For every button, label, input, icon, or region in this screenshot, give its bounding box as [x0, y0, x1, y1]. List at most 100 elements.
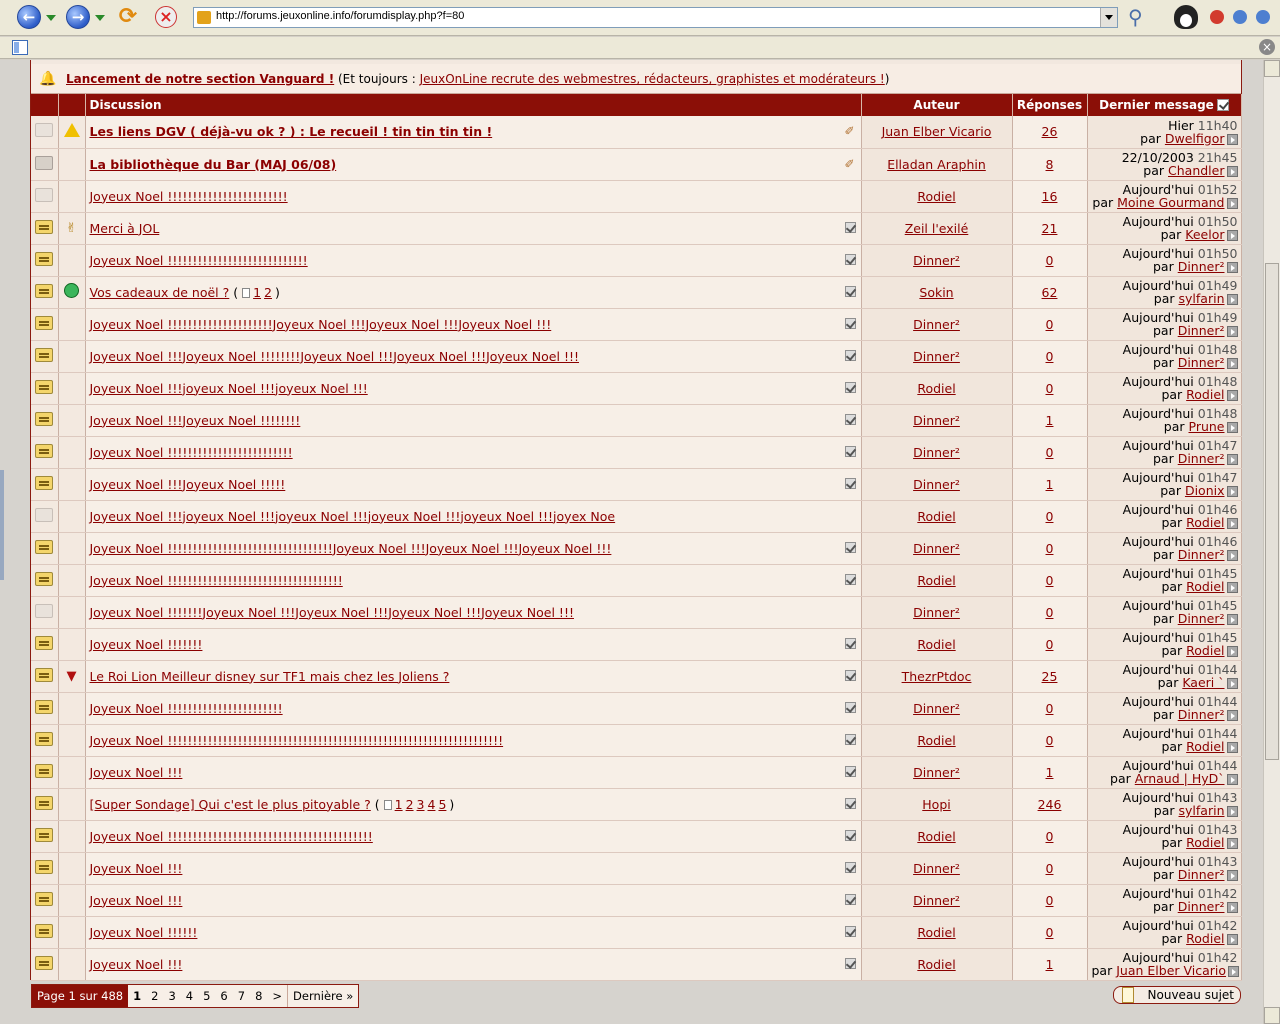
- author-link[interactable]: Rodiel: [917, 925, 955, 940]
- thread-page-link[interactable]: 1: [395, 797, 403, 812]
- thread-title-link[interactable]: Joyeux Noel !!!!!!!!!!!!!!!!!!!!!!!!!!!!…: [90, 733, 504, 748]
- thread-title-link[interactable]: Joyeux Noel !!!Joyeux Noel !!!!!!!!: [90, 413, 301, 428]
- author-link[interactable]: Dinner²: [913, 253, 960, 268]
- go-to-last-post-icon[interactable]: [1226, 678, 1238, 689]
- author-link[interactable]: Dinner²: [913, 893, 960, 908]
- replies-link[interactable]: 0: [1046, 541, 1054, 556]
- scroll-up-icon[interactable]: [1264, 60, 1280, 77]
- author-link[interactable]: Rodiel: [917, 573, 955, 588]
- thread-title-link[interactable]: Joyeux Noel !!!: [90, 957, 183, 972]
- author-link[interactable]: Rodiel: [917, 637, 955, 652]
- replies-link[interactable]: 0: [1046, 893, 1054, 908]
- replies-link[interactable]: 1: [1046, 957, 1054, 972]
- page-link[interactable]: 4: [181, 985, 198, 1007]
- go-to-last-post-icon[interactable]: [1226, 230, 1238, 241]
- go-to-last-post-icon[interactable]: [1226, 614, 1238, 625]
- replies-link[interactable]: 0: [1046, 605, 1054, 620]
- page-link[interactable]: 5: [198, 985, 215, 1007]
- thread-title-link[interactable]: Les liens DGV ( déjà-vu ok ? ) : Le recu…: [90, 124, 493, 139]
- thread-title-link[interactable]: Joyeux Noel !!!!!!!!!!!!!!!!!!!!!!!!!!!!: [90, 253, 308, 268]
- header-author[interactable]: Auteur: [861, 94, 1013, 116]
- go-to-last-post-icon[interactable]: [1226, 582, 1238, 593]
- thread-title-link[interactable]: Merci à JOL: [90, 221, 160, 236]
- replies-link[interactable]: 0: [1046, 861, 1054, 876]
- header-last-label[interactable]: Dernier message: [1099, 98, 1214, 112]
- replies-link[interactable]: 1: [1046, 477, 1054, 492]
- replies-link[interactable]: 21: [1042, 221, 1058, 236]
- vertical-scrollbar[interactable]: [1263, 60, 1280, 1024]
- author-link[interactable]: Rodiel: [917, 733, 955, 748]
- thread-title-link[interactable]: Joyeux Noel !!!Joyeux Noel !!!!!!!!Joyeu…: [90, 349, 579, 364]
- search-icon[interactable]: ⚲: [1128, 5, 1154, 31]
- back-dropdown-icon[interactable]: [46, 15, 56, 21]
- replies-link[interactable]: 0: [1046, 701, 1054, 716]
- page-link[interactable]: 6: [215, 985, 232, 1007]
- replies-link[interactable]: 0: [1046, 733, 1054, 748]
- thread-title-link[interactable]: Vos cadeaux de noël ?: [90, 285, 230, 300]
- replies-link[interactable]: 0: [1046, 509, 1054, 524]
- replies-link[interactable]: 0: [1046, 253, 1054, 268]
- header-replies[interactable]: Réponses: [1012, 94, 1088, 116]
- thread-page-link[interactable]: 3: [417, 797, 425, 812]
- thread-title-link[interactable]: Joyeux Noel !!!!!!!!!!!!!!!!!!!!!!!!!: [90, 445, 293, 460]
- last-poster-link[interactable]: Dinner²: [1178, 899, 1225, 914]
- window-close-icon[interactable]: [1210, 10, 1224, 24]
- thread-title-link[interactable]: Joyeux Noel !!!!!!!!!!!!!!!!!!!!!!!: [90, 701, 283, 716]
- go-to-last-post-icon[interactable]: [1226, 422, 1238, 433]
- header-discussion-label[interactable]: Discussion: [90, 98, 162, 112]
- thread-page-link[interactable]: 5: [438, 797, 446, 812]
- author-link[interactable]: Dinner²: [913, 541, 960, 556]
- author-link[interactable]: Dinner²: [913, 861, 960, 876]
- go-to-last-post-icon[interactable]: [1226, 774, 1238, 785]
- thread-title-link[interactable]: Joyeux Noel !!!!!!!: [90, 637, 203, 652]
- author-link[interactable]: Dinner²: [913, 317, 960, 332]
- recruit-link[interactable]: JeuxOnLine recrute des webmestres, rédac…: [420, 72, 885, 86]
- last-poster-link[interactable]: Dinner²: [1178, 547, 1225, 562]
- author-link[interactable]: Dinner²: [913, 765, 960, 780]
- header-replies-label[interactable]: Réponses: [1017, 98, 1082, 112]
- author-link[interactable]: Elladan Araphin: [887, 157, 986, 172]
- last-poster-link[interactable]: Rodiel: [1186, 739, 1224, 754]
- thread-page-link[interactable]: 4: [428, 797, 436, 812]
- thread-title-link[interactable]: Joyeux Noel !!!Joyeux Noel !!!!!: [90, 477, 286, 492]
- thread-title-link[interactable]: Joyeux Noel !!!!!!!!!!!!!!!!!!!!!!!!!!!!…: [90, 541, 612, 556]
- author-link[interactable]: Dinner²: [913, 477, 960, 492]
- page-link[interactable]: 2: [146, 985, 163, 1007]
- last-poster-link[interactable]: Dinner²: [1178, 611, 1225, 626]
- author-link[interactable]: Dinner²: [913, 413, 960, 428]
- go-to-last-post-icon[interactable]: [1226, 198, 1238, 209]
- replies-link[interactable]: 26: [1042, 124, 1058, 139]
- go-to-last-post-icon[interactable]: [1226, 518, 1238, 529]
- thread-title-link[interactable]: Joyeux Noel !!!: [90, 765, 183, 780]
- window-menu-icon[interactable]: [1256, 10, 1270, 24]
- thread-title-link[interactable]: Joyeux Noel !!!joyeux Noel !!!joyeux Noe…: [90, 509, 616, 524]
- last-poster-link[interactable]: Arnaud | HyD`: [1135, 771, 1225, 786]
- last-poster-link[interactable]: Rodiel: [1186, 515, 1224, 530]
- last-poster-link[interactable]: Kaeri `: [1182, 675, 1224, 690]
- go-to-last-post-icon[interactable]: [1228, 966, 1240, 977]
- go-to-last-post-icon[interactable]: [1226, 806, 1238, 817]
- thread-title-link[interactable]: La bibliothèque du Bar (MAJ 06/08): [90, 157, 337, 172]
- close-icon[interactable]: ×: [1259, 39, 1275, 55]
- author-link[interactable]: Juan Elber Vicario: [882, 124, 992, 139]
- thread-title-link[interactable]: Joyeux Noel !!!!!!!!!!!!!!!!!!!!!Joyeux …: [90, 317, 552, 332]
- replies-link[interactable]: 0: [1046, 829, 1054, 844]
- sort-check-icon[interactable]: [1216, 99, 1229, 111]
- last-poster-link[interactable]: Rodiel: [1186, 387, 1224, 402]
- page-link[interactable]: 1: [128, 985, 146, 1007]
- back-icon[interactable]: ←: [17, 5, 41, 29]
- last-poster-link[interactable]: sylfarin: [1179, 291, 1225, 306]
- author-link[interactable]: Rodiel: [917, 957, 955, 972]
- page-link[interactable]: 3: [163, 985, 180, 1007]
- go-to-last-post-icon[interactable]: [1226, 294, 1238, 305]
- scroll-down-icon[interactable]: [1264, 1007, 1280, 1024]
- address-bar[interactable]: http://forums.jeuxonline.info/forumdispl…: [193, 7, 1118, 28]
- author-link[interactable]: Zeil l'exilé: [905, 221, 969, 236]
- go-to-last-post-icon[interactable]: [1226, 486, 1238, 497]
- address-text[interactable]: http://forums.jeuxonline.info/forumdispl…: [216, 10, 464, 22]
- last-poster-link[interactable]: Prune: [1189, 419, 1225, 434]
- replies-link[interactable]: 25: [1042, 669, 1058, 684]
- go-to-last-post-icon[interactable]: [1226, 710, 1238, 721]
- last-poster-link[interactable]: Dinner²: [1178, 355, 1225, 370]
- replies-link[interactable]: 0: [1046, 349, 1054, 364]
